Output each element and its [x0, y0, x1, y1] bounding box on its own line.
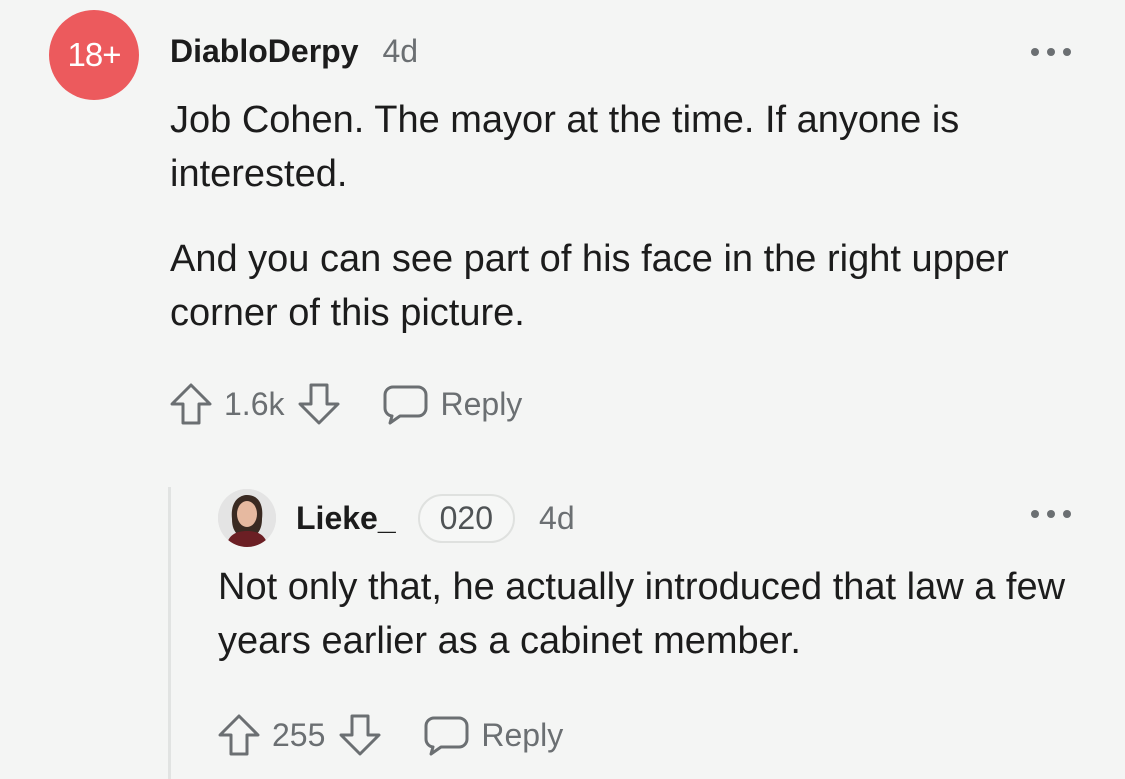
vote-score: 1.6k — [224, 385, 285, 422]
reply-paragraph: Not only that, he actually introduced th… — [218, 566, 1066, 662]
comment-bubble-icon — [423, 712, 469, 758]
comment-more-options-icon[interactable] — [1031, 46, 1071, 58]
avatar-badge-text: 18+ — [67, 36, 122, 73]
comment-author[interactable]: DiabloDerpy — [170, 33, 358, 70]
reply-more-options-icon[interactable] — [1031, 508, 1071, 520]
reply-timestamp: 4d — [539, 500, 575, 536]
nsfw-avatar[interactable]: 18+ — [49, 10, 139, 100]
comment-bubble-icon — [382, 381, 428, 427]
reply-body: Not only that, he actually introduced th… — [218, 560, 1098, 668]
user-flair: 020 — [417, 494, 516, 543]
comment-actions: 1.6k Reply — [168, 381, 522, 427]
reply-button[interactable]: Reply — [382, 381, 522, 427]
comment-body: Job Cohen. The mayor at the time. If any… — [170, 93, 1090, 340]
reply-actions: 255 Reply — [216, 712, 563, 758]
upvote-icon[interactable] — [168, 381, 214, 427]
reply-label: Reply — [481, 716, 564, 753]
user-avatar[interactable] — [218, 489, 276, 547]
comment-timestamp: 4d — [382, 33, 419, 69]
reply-label: Reply — [440, 385, 523, 422]
comment-thread: 18+ DiabloDerpy 4d Job Cohen. The mayor … — [0, 0, 1125, 779]
vote-score: 255 — [272, 716, 326, 753]
reply-author[interactable]: Lieke_ — [296, 500, 396, 537]
reply-header: Lieke_ 020 4d — [296, 494, 575, 543]
reply-button[interactable]: Reply — [423, 712, 563, 758]
comment-paragraph: Job Cohen. The mayor at the time. If any… — [170, 99, 960, 195]
thread-line[interactable] — [168, 487, 171, 779]
comment-header: DiabloDerpy 4d — [170, 33, 418, 70]
downvote-icon[interactable] — [296, 381, 342, 427]
upvote-icon[interactable] — [216, 712, 262, 758]
downvote-icon[interactable] — [337, 712, 383, 758]
comment-paragraph: And you can see part of his face in the … — [170, 238, 1009, 334]
